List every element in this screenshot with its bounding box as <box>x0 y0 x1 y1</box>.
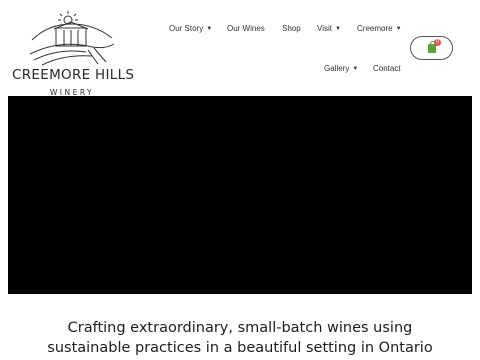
nav-item-label: Contact <box>373 64 401 73</box>
nav-item-label: Visit <box>317 24 332 33</box>
nav-item-shop[interactable]: Shop <box>282 24 301 33</box>
nav-item-label: Creemore <box>357 24 393 33</box>
chevron-down-icon: ▼ <box>206 25 213 32</box>
nav-item-label: Gallery <box>324 64 350 73</box>
nav-item-label: Our Story <box>169 24 204 33</box>
tagline-line-2: sustainable practices in a beautiful set… <box>47 340 433 356</box>
nav-item-visit[interactable]: Visit ▼ <box>317 24 341 33</box>
nav-item-gallery[interactable]: Gallery ▼ <box>324 64 358 73</box>
logo-name: CREEMORE HILLS <box>12 67 135 83</box>
cart-button[interactable]: 0 <box>410 36 453 60</box>
barn-hills-sun-logo-icon <box>29 11 115 66</box>
site-logo[interactable]: CREEMORE HILLS WINERY <box>12 10 135 97</box>
hero-video[interactable] <box>8 96 472 294</box>
nav-item-label: Shop <box>282 24 301 33</box>
cart-count-badge: 0 <box>434 39 441 46</box>
nav-item-label: Our Wines <box>227 24 265 33</box>
tagline: Crafting extraordinary, small-batch wine… <box>0 318 480 358</box>
nav-item-our-story[interactable]: Our Story ▼ <box>169 24 212 33</box>
tagline-line-1: Crafting extraordinary, small-batch wine… <box>67 320 413 336</box>
nav-item-contact[interactable]: Contact <box>373 64 401 73</box>
chevron-down-icon: ▼ <box>352 65 359 72</box>
nav-item-creemore[interactable]: Creemore ▼ <box>357 24 402 33</box>
nav-item-our-wines[interactable]: Our Wines <box>227 24 265 33</box>
chevron-down-icon: ▼ <box>395 25 402 32</box>
chevron-down-icon: ▼ <box>334 25 341 32</box>
